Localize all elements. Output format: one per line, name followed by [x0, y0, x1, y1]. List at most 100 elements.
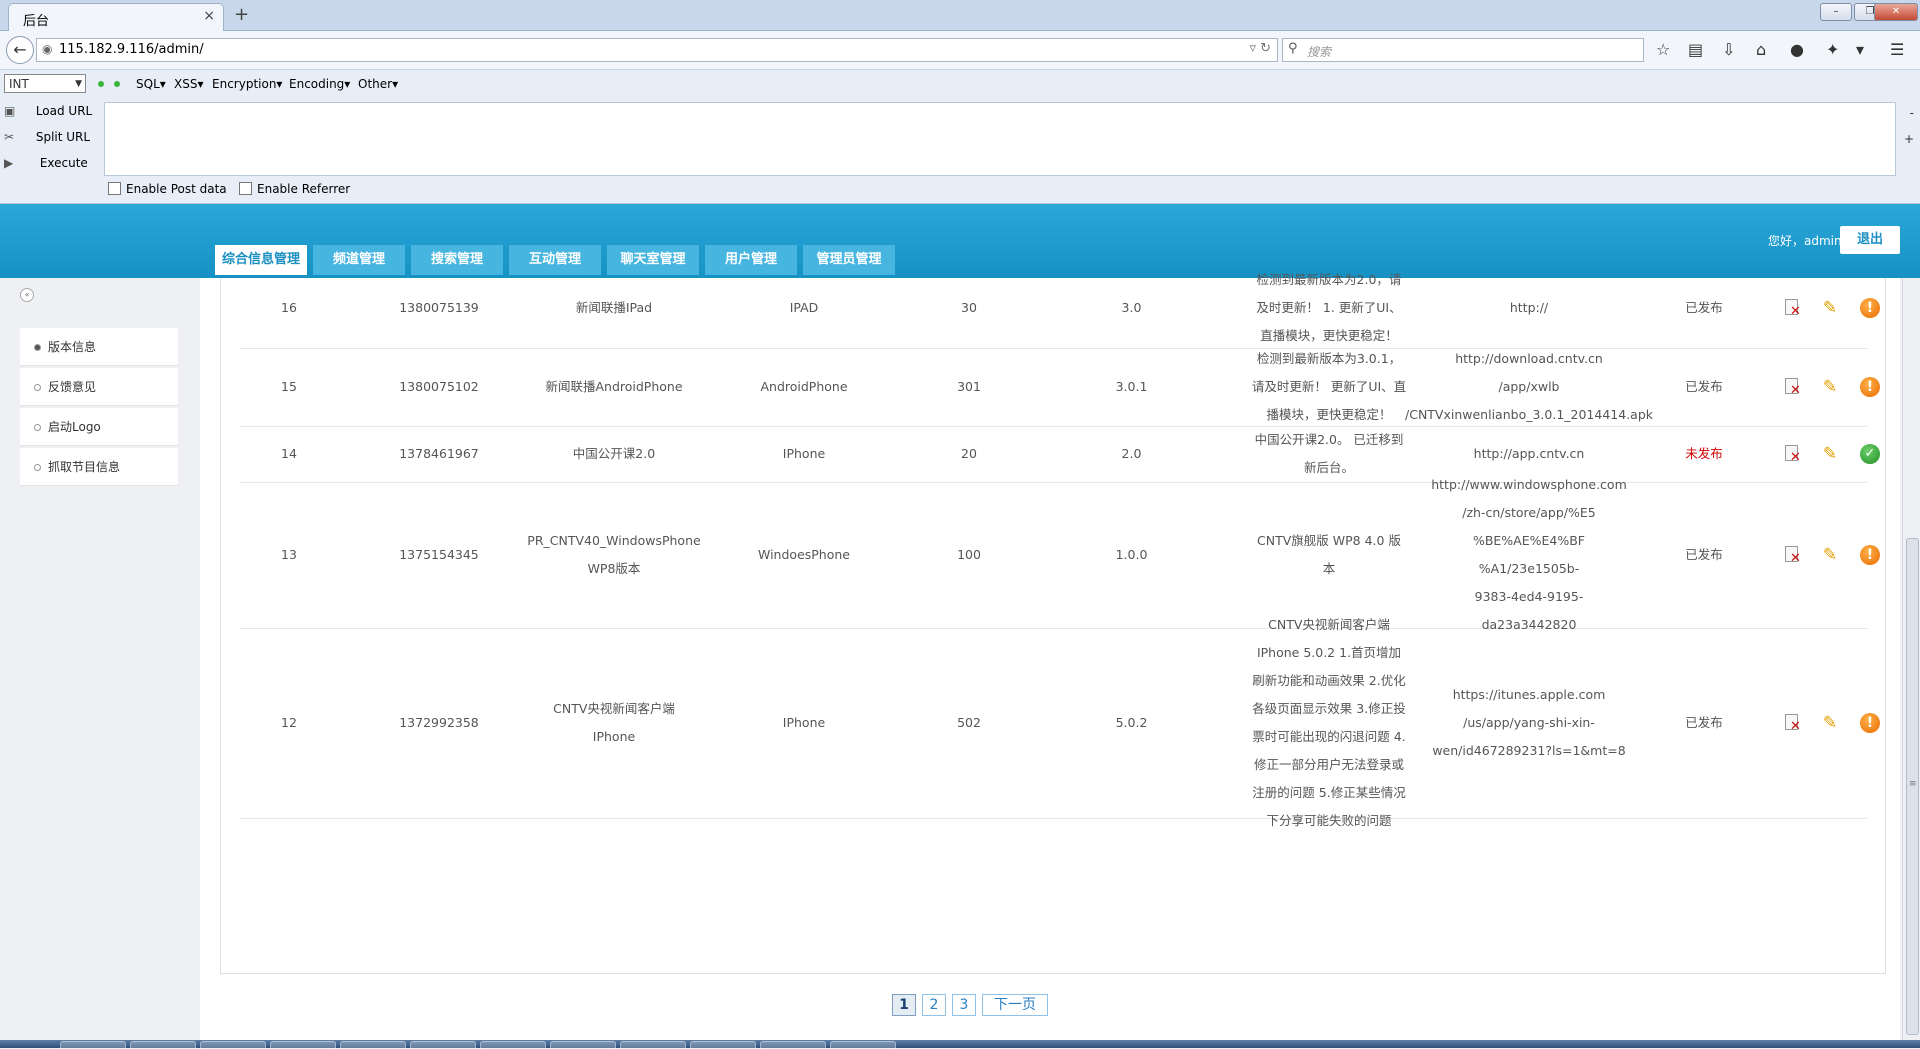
page-3-button[interactable]: 3	[952, 994, 976, 1016]
delete-button[interactable]: ✕	[1779, 348, 1805, 426]
delete-button[interactable]: ✕	[1779, 482, 1805, 628]
cell-url: https://itunes.apple.com/us/app/yang-shi…	[1419, 628, 1639, 818]
hackbar-url-textarea[interactable]	[104, 102, 1896, 176]
next-page-button[interactable]: 下一页	[982, 994, 1048, 1016]
pencil-icon: ✎	[1822, 377, 1838, 397]
new-tab-button[interactable]: +	[234, 4, 249, 25]
platform-text: IPAD	[789, 300, 819, 315]
unpublish-button[interactable]: !	[1857, 348, 1883, 426]
cell-status: 已发布	[1639, 482, 1769, 628]
page-2-button[interactable]: 2	[922, 994, 946, 1016]
minimize-button[interactable]: –	[1820, 3, 1852, 21]
cell-id: 14	[239, 426, 339, 482]
build-text: 502	[957, 715, 981, 730]
scrollbar-thumb[interactable]: ≡	[1906, 538, 1919, 1035]
table-row: 16 1380075139 新闻联播IPad IPAD 30 3.0 检测到最新版本为2.0…	[239, 268, 1880, 349]
unpublish-button[interactable]: !	[1857, 628, 1883, 818]
split-url-button[interactable]: ✂ Split URL	[4, 130, 90, 144]
address-bar[interactable]: ◉ 115.182.9.116/admin/ ▿ ↻	[36, 38, 1278, 62]
sidebar-item-feedback[interactable]: 反馈意见	[20, 368, 178, 406]
table-row: 13 1375154345 PR_CNTV40_WindowsPhone WP8版本 W…	[239, 477, 1880, 632]
url-line: /CNTVxinwenlianbo_3.0.1_2014414.apk	[1405, 407, 1653, 422]
execute-label: Execute	[39, 156, 88, 170]
platform-text: AndroidPhone	[760, 379, 848, 394]
browser-tab-bar: 后台 × + – ❐ ✕	[0, 0, 1920, 31]
cell-version: 2.0	[1049, 426, 1214, 482]
cell-version: 3.0	[1049, 268, 1214, 348]
unpublish-button[interactable]: !	[1857, 482, 1883, 628]
enable-post-data-checkbox[interactable]: Enable Post data	[108, 182, 227, 196]
pencil-icon: ✎	[1822, 444, 1838, 464]
name-text: 中国公开课2.0	[572, 446, 656, 461]
edit-button[interactable]: ✎	[1817, 348, 1843, 426]
description-line: 票时可能出现的闪退问题 4.	[1252, 729, 1406, 744]
cell-code: 1380075139	[359, 268, 519, 348]
hackbar-menu-xss[interactable]: XSS▾	[174, 77, 203, 91]
code-text: 1380075139	[399, 300, 479, 315]
close-tab-icon[interactable]: ×	[203, 8, 215, 24]
publish-button[interactable]: ✓	[1857, 426, 1883, 482]
cell-name: 中国公开课2.0	[519, 426, 709, 482]
sidebar-item-fetch-program[interactable]: 抓取节目信息	[20, 448, 178, 486]
dropdown-arrow-icon[interactable]: ▾	[1856, 40, 1864, 59]
description-line: 刷新功能和动画效果 2.优化	[1252, 673, 1406, 688]
close-window-button[interactable]: ✕	[1874, 3, 1918, 21]
addon-icon[interactable]: ✦	[1826, 40, 1839, 59]
delete-button[interactable]: ✕	[1779, 628, 1805, 818]
page-1-button[interactable]: 1	[892, 994, 916, 1016]
back-button[interactable]: ←	[6, 36, 34, 64]
reading-list-icon[interactable]: ▤	[1688, 40, 1703, 59]
download-icon[interactable]: ⇩	[1722, 40, 1735, 59]
chat-icon[interactable]: ●	[1790, 40, 1804, 59]
hackbar-menu-encryption[interactable]: Encryption▾	[212, 77, 282, 91]
logout-button[interactable]: 退出	[1840, 226, 1900, 254]
hackbar-menu-sql[interactable]: SQL▾	[136, 77, 166, 91]
cell-code: 1378461967	[359, 426, 519, 482]
edit-button[interactable]: ✎	[1817, 628, 1843, 818]
version-text: 5.0.2	[1115, 715, 1148, 730]
shrink-icon[interactable]: -	[1910, 106, 1914, 120]
platform-text: IPhone	[782, 446, 826, 461]
sidebar-item-startup-logo[interactable]: 启动Logo	[20, 408, 178, 446]
load-url-button[interactable]: ▣ Load URL	[4, 104, 92, 118]
os-taskbar	[0, 1040, 1920, 1049]
enable-referrer-checkbox[interactable]: Enable Referrer	[239, 182, 350, 196]
hackbar-menu-encoding[interactable]: Encoding▾	[289, 77, 350, 91]
execute-button[interactable]: ▶ Execute	[4, 156, 88, 170]
description-line: 修正一部分用户无法登录或	[1253, 757, 1404, 772]
sidebar-item-label: 反馈意见	[48, 380, 97, 394]
unpublish-button[interactable]: !	[1857, 268, 1883, 348]
description-line: 检测到最新版本为2.0，请	[1256, 272, 1402, 287]
expand-icon[interactable]: +	[1904, 132, 1914, 146]
edit-button[interactable]: ✎	[1817, 482, 1843, 628]
int-select[interactable]: INT ▼	[4, 74, 86, 93]
cell-description: CNTV旗舰版 WP8 4.0 版本	[1229, 482, 1429, 628]
bookmark-star-icon[interactable]: ☆	[1656, 40, 1670, 59]
browser-tab[interactable]: 后台 ×	[8, 3, 224, 31]
url-line: %BE%AE%E4%BF	[1472, 533, 1586, 548]
collapse-sidebar-icon[interactable]: «	[20, 288, 34, 302]
edit-button[interactable]: ✎	[1817, 426, 1843, 482]
reload-icon[interactable]: ▿ ↻	[1249, 41, 1271, 56]
edit-button[interactable]: ✎	[1817, 268, 1843, 348]
table-row: 12 1372992358 CNTV央视新闻客户端 IPhone IPhone 502 5.…	[239, 617, 1880, 828]
search-box[interactable]: ⚲ 搜索	[1282, 38, 1644, 62]
cell-build: 502	[889, 628, 1049, 818]
cell-platform: AndroidPhone	[719, 348, 889, 426]
home-icon[interactable]: ⌂	[1756, 40, 1766, 59]
description-line: 及时更新！ 1. 更新了UI、	[1256, 300, 1402, 315]
play-icon: ▶	[4, 156, 14, 170]
bullet-icon	[34, 464, 41, 471]
url-line: %A1/23e1505b-	[1478, 561, 1580, 576]
hackbar-menu-other[interactable]: Other▾	[358, 77, 398, 91]
sidebar-item-version-info[interactable]: 版本信息	[20, 328, 178, 366]
delete-button[interactable]: ✕	[1779, 426, 1805, 482]
chevron-down-icon: ▼	[75, 79, 82, 89]
code-text: 1372992358	[399, 715, 479, 730]
cell-url: http://download.cntv.cn/app/xwlb/CNTVxin…	[1405, 348, 1653, 426]
menu-icon[interactable]: ☰	[1890, 40, 1904, 59]
status-text: 未发布	[1685, 446, 1723, 461]
delete-button[interactable]: ✕	[1779, 268, 1805, 348]
page-scrollbar[interactable]: ≡	[1902, 278, 1920, 1040]
cell-status: 未发布	[1639, 426, 1769, 482]
